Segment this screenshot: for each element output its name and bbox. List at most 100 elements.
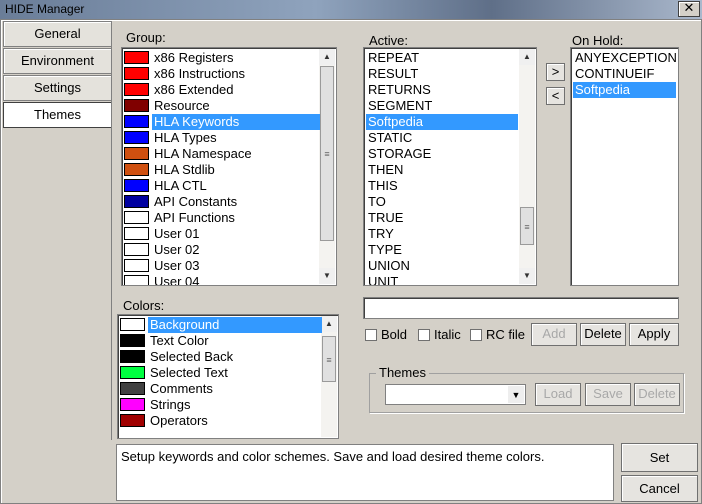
list-item[interactable]: API Constants (152, 194, 239, 210)
list-item[interactable]: x86 Registers (152, 50, 235, 66)
keyword-input[interactable] (363, 297, 679, 319)
group-scrollbar[interactable]: ▲ ≡ ▼ (319, 49, 335, 284)
list-item[interactable]: HLA Stdlib (152, 162, 217, 178)
list-item[interactable]: HLA CTL (152, 178, 209, 194)
list-item[interactable]: UNION (366, 258, 518, 274)
list-item[interactable]: Background (148, 317, 322, 333)
list-item[interactable]: RETURNS (366, 82, 518, 98)
color-swatch (124, 259, 149, 272)
scroll-thumb[interactable]: ≡ (320, 66, 334, 241)
set-button[interactable]: Set (621, 443, 698, 472)
list-item[interactable]: x86 Extended (152, 82, 236, 98)
list-item[interactable]: TO (366, 194, 518, 210)
color-swatch (120, 398, 145, 411)
list-item[interactable]: THEN (366, 162, 518, 178)
list-item[interactable]: TYPE (366, 242, 518, 258)
color-swatch (124, 131, 149, 144)
list-item[interactable]: RESULT (366, 66, 518, 82)
group-label: Group: (126, 30, 166, 45)
bold-label: Bold (381, 327, 408, 342)
list-item[interactable]: User 02 (152, 242, 202, 258)
list-item[interactable]: Selected Text (148, 365, 230, 381)
list-item[interactable]: User 04 (152, 274, 202, 285)
list-item[interactable]: Softpedia (573, 82, 676, 98)
color-swatch (120, 350, 145, 363)
list-item[interactable]: Comments (148, 381, 215, 397)
themes-legend: Themes (376, 365, 429, 380)
color-swatch (124, 51, 149, 64)
color-swatch (124, 195, 149, 208)
themes-select[interactable]: ▼ (385, 384, 526, 405)
list-item[interactable]: Operators (148, 413, 210, 429)
scroll-thumb[interactable]: ≡ (520, 207, 534, 245)
colors-scrollbar[interactable]: ▲ ≡ (321, 316, 337, 437)
cancel-button[interactable]: Cancel (621, 475, 698, 502)
list-item[interactable]: ANYEXCEPTION (573, 50, 677, 66)
description-box: Setup keywords and color schemes. Save a… (116, 444, 614, 501)
list-item[interactable]: HLA Namespace (152, 146, 254, 162)
scroll-up-icon[interactable]: ▲ (519, 49, 535, 65)
apply-button[interactable]: Apply (629, 323, 679, 346)
list-item[interactable]: TRY (366, 226, 518, 242)
list-item[interactable]: Strings (148, 397, 192, 413)
active-scrollbar[interactable]: ▲ ≡ ▼ (519, 49, 535, 284)
tab-general[interactable]: General (3, 21, 112, 47)
chevron-down-icon[interactable]: ▼ (508, 386, 524, 403)
list-item[interactable]: UNIT (366, 274, 518, 285)
tab-settings[interactable]: Settings (3, 75, 112, 101)
load-button[interactable]: Load (535, 383, 581, 406)
list-item[interactable]: TRUE (366, 210, 518, 226)
list-item[interactable]: HLA Types (152, 130, 219, 146)
scroll-up-icon[interactable]: ▲ (319, 49, 335, 65)
save-button[interactable]: Save (585, 383, 631, 406)
color-swatch (124, 99, 149, 112)
theme-delete-button[interactable]: Delete (634, 383, 680, 406)
move-left-button[interactable]: < (546, 87, 565, 105)
close-button[interactable]: ✕ (678, 1, 700, 17)
list-item[interactable]: Text Color (148, 333, 211, 349)
list-item[interactable]: STORAGE (366, 146, 518, 162)
tab-environment[interactable]: Environment (3, 48, 112, 74)
color-swatch (124, 147, 149, 160)
list-item[interactable]: x86 Instructions (152, 66, 247, 82)
list-item[interactable]: STATIC (366, 130, 518, 146)
colors-list[interactable]: ▲ ≡ Background Text Color Selected Back Sel… (117, 314, 339, 439)
list-item[interactable]: REPEAT (366, 50, 518, 66)
scroll-down-icon[interactable]: ▼ (519, 268, 535, 284)
list-item[interactable]: SEGMENT (366, 98, 518, 114)
rcfile-checkbox[interactable] (470, 329, 482, 341)
window-title: HIDE Manager (5, 2, 85, 16)
list-item[interactable]: User 01 (152, 226, 202, 242)
active-list[interactable]: ▲ ≡ ▼ REPEAT RESULT RETURNS SEGMENT Softpedi… (363, 47, 537, 286)
onhold-label: On Hold: (572, 33, 624, 48)
scroll-thumb[interactable]: ≡ (322, 336, 336, 382)
list-item[interactable]: API Functions (152, 210, 237, 226)
color-swatch (120, 318, 145, 331)
scroll-up-icon[interactable]: ▲ (321, 316, 337, 332)
title-bar: HIDE Manager ✕ (0, 0, 702, 19)
scroll-down-icon[interactable]: ▼ (319, 268, 335, 284)
list-item[interactable]: Resource (152, 98, 212, 114)
bold-checkbox[interactable] (365, 329, 377, 341)
color-swatch (124, 163, 149, 176)
close-icon: ✕ (683, 1, 695, 16)
list-item[interactable]: HLA Keywords (152, 114, 320, 130)
list-item[interactable]: THIS (366, 178, 518, 194)
add-button[interactable]: Add (531, 323, 577, 346)
italic-checkbox[interactable] (418, 329, 430, 341)
color-swatch (120, 366, 145, 379)
color-swatch (124, 227, 149, 240)
active-label: Active: (369, 33, 409, 48)
move-right-button[interactable]: > (546, 63, 565, 81)
color-swatch (124, 67, 149, 80)
delete-button[interactable]: Delete (580, 323, 626, 346)
color-swatch (120, 334, 145, 347)
list-item[interactable]: CONTINUEIF (573, 66, 676, 82)
onhold-list[interactable]: ANYEXCEPTION CONTINUEIF Softpedia (570, 47, 679, 286)
list-item[interactable]: Softpedia (366, 114, 518, 130)
list-item[interactable]: Selected Back (148, 349, 235, 365)
color-swatch (124, 211, 149, 224)
list-item[interactable]: User 03 (152, 258, 202, 274)
tab-themes[interactable]: Themes (3, 102, 112, 128)
group-list[interactable]: ▲ ≡ ▼ x86 Registers x86 Instructions x86 E… (121, 47, 337, 286)
